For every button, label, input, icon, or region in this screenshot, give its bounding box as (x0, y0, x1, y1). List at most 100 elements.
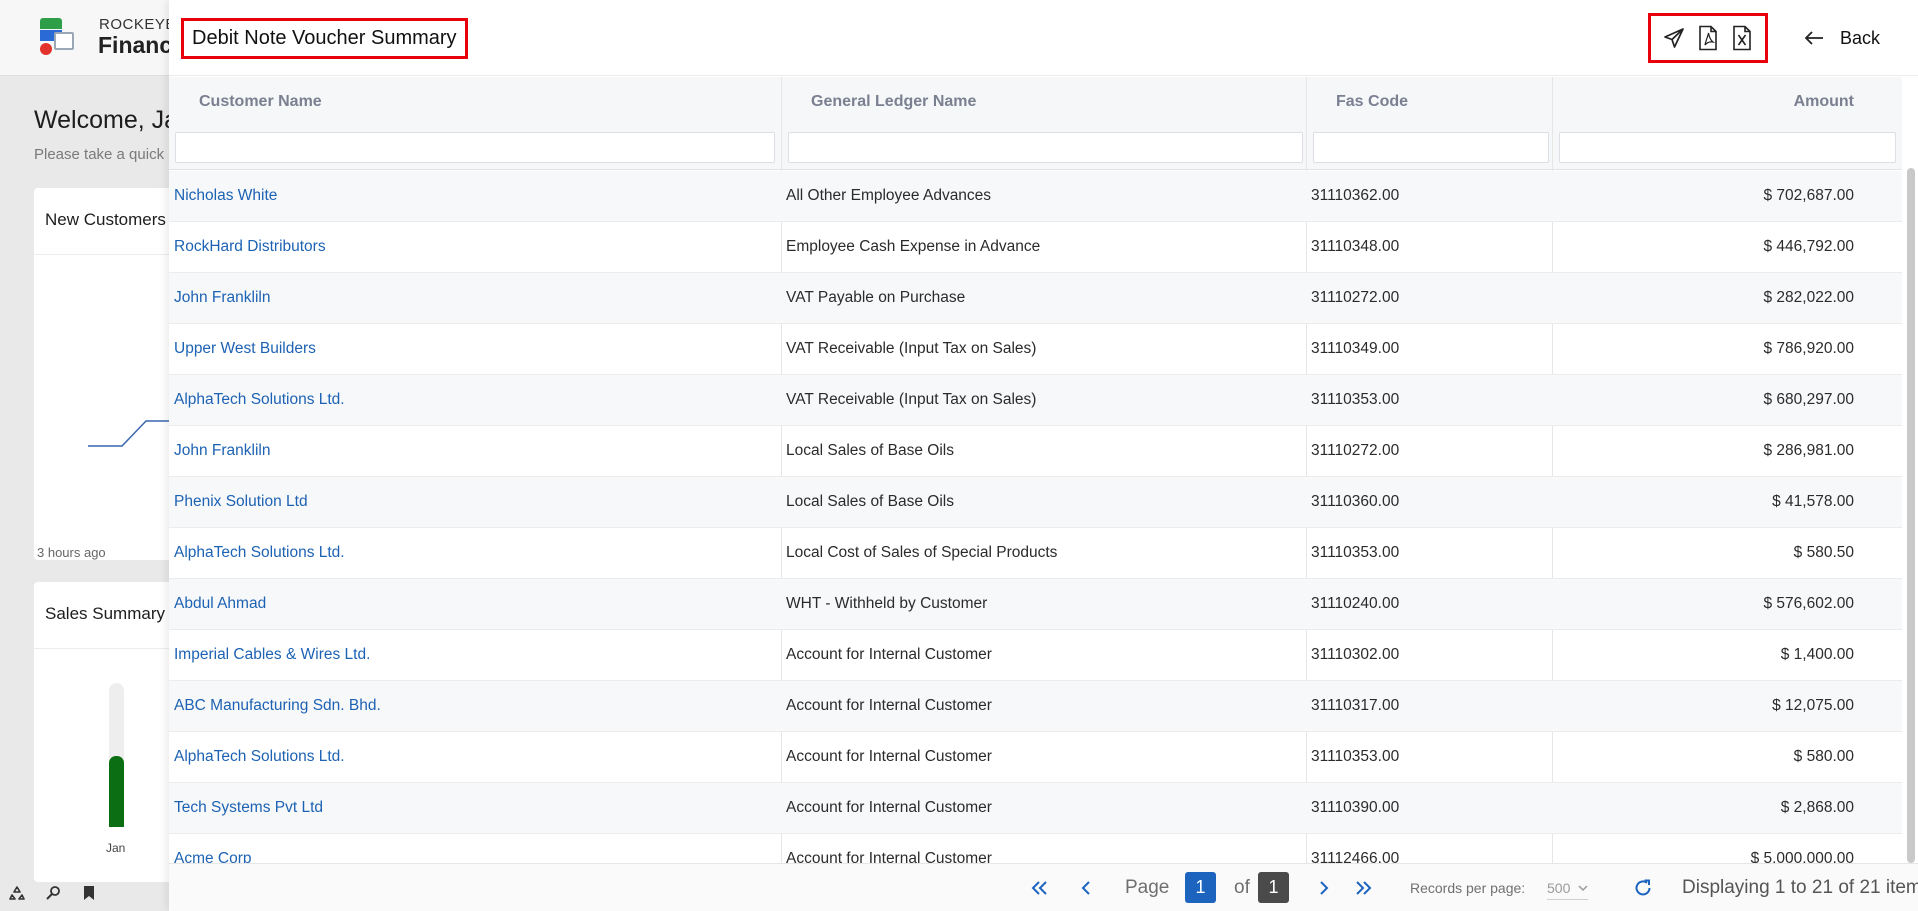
column-header-customer-name[interactable]: Customer Name (199, 93, 322, 111)
table-row[interactable]: AlphaTech Solutions Ltd. Account for Inte… (169, 732, 1902, 783)
panel-header: Debit Note Voucher Summary Back (169, 0, 1918, 76)
of-label: of (1234, 877, 1250, 898)
recycle-icon[interactable] (8, 884, 26, 902)
page-label: Page (1125, 877, 1170, 898)
fas-code-cell: 31110302.00 (1311, 646, 1400, 663)
table-row[interactable]: Imperial Cables & Wires Ltd. Account for … (169, 630, 1902, 681)
displaying-items-text: Displaying 1 to 21 of 21 items. (1682, 877, 1918, 898)
brand-name: ROCKEYE (99, 16, 176, 33)
current-page-input[interactable]: 1 (1185, 872, 1216, 903)
export-excel-button[interactable] (1729, 25, 1755, 51)
ledger-name-cell: VAT Receivable (Input Tax on Sales) (786, 391, 1037, 408)
amount-cell: $ 5,000,000.00 (1750, 850, 1854, 863)
records-per-page-label: Records per page: (1410, 880, 1526, 896)
ledger-name-cell: Employee Cash Expense in Advance (786, 238, 1041, 255)
last-page-button[interactable] (1352, 864, 1374, 911)
customer-name-link[interactable]: John Frankliln (174, 426, 271, 476)
grid-scrollbar[interactable] (1907, 168, 1915, 863)
ledger-name-cell: Account for Internal Customer (786, 646, 992, 663)
table-row[interactable]: Nicholas White All Other Employee Advance… (169, 171, 1902, 222)
chevron-right-icon (1320, 881, 1329, 895)
voucher-grid: Customer Name General Ledger Name Fas Co… (169, 77, 1902, 863)
export-pdf-button[interactable] (1695, 25, 1721, 51)
general-ledger-filter[interactable] (788, 132, 1303, 163)
fas-code-cell: 31110272.00 (1311, 289, 1400, 306)
customer-name-link[interactable]: Phenix Solution Ltd (174, 477, 308, 527)
send-icon (1664, 28, 1684, 48)
fas-code-cell: 31110353.00 (1311, 544, 1400, 561)
grid-header: Customer Name General Ledger Name Fas Co… (169, 77, 1902, 170)
amount-cell: $ 41,578.00 (1772, 493, 1854, 510)
new-customers-card: New Customers (34, 188, 184, 560)
ledger-name-cell: Account for Internal Customer (786, 799, 992, 816)
customer-name-link[interactable]: Tech Systems Pvt Ltd (174, 783, 323, 833)
first-page-button[interactable] (1029, 864, 1051, 911)
customer-name-link[interactable]: ABC Manufacturing Sdn. Bhd. (174, 681, 381, 731)
back-button[interactable]: Back (1804, 22, 1880, 54)
table-row[interactable]: John Frankliln Local Sales of Base Oils 31… (169, 426, 1902, 477)
table-row[interactable]: Upper West Builders VAT Receivable (Input… (169, 324, 1902, 375)
sales-bar (109, 756, 124, 827)
app-logo-icon (38, 16, 78, 56)
ledger-name-cell: WHT - Withheld by Customer (786, 595, 988, 612)
welcome-heading: Welcome, Ja (34, 106, 179, 134)
customer-name-link[interactable]: Abdul Ahmad (174, 579, 266, 629)
fas-code-cell: 31110353.00 (1311, 391, 1400, 408)
previous-page-button[interactable] (1075, 864, 1097, 911)
next-page-button[interactable] (1313, 864, 1335, 911)
footer-toolbar (8, 884, 98, 902)
fas-code-cell: 31110348.00 (1311, 238, 1400, 255)
fas-code-cell: 31110390.00 (1311, 799, 1400, 816)
welcome-subtitle: Please take a quick (34, 146, 165, 163)
ledger-name-cell: VAT Receivable (Input Tax on Sales) (786, 340, 1037, 357)
amount-cell: $ 576,602.00 (1763, 595, 1854, 612)
customer-name-link[interactable]: AlphaTech Solutions Ltd. (174, 528, 345, 578)
customer-name-link[interactable]: Nicholas White (174, 171, 277, 221)
customer-name-filter[interactable] (175, 132, 775, 163)
card-title: Sales Summary (45, 604, 165, 623)
pdf-icon (1699, 25, 1717, 51)
brand-product: Financ (98, 32, 173, 58)
table-row[interactable]: AlphaTech Solutions Ltd. Local Cost of Sa… (169, 528, 1902, 579)
column-header-general-ledger-name[interactable]: General Ledger Name (811, 93, 976, 111)
send-button[interactable] (1661, 25, 1687, 51)
amount-cell: $ 2,868.00 (1780, 799, 1854, 816)
chevron-left-icon (1081, 881, 1090, 895)
amount-cell: $ 702,687.00 (1763, 187, 1854, 204)
table-row[interactable]: AlphaTech Solutions Ltd. VAT Receivable (… (169, 375, 1902, 426)
key-settings-icon[interactable] (44, 884, 62, 902)
customer-name-link[interactable]: John Frankliln (174, 273, 271, 323)
column-header-amount[interactable]: Amount (1794, 93, 1854, 111)
refresh-button[interactable] (1632, 864, 1654, 911)
ledger-name-cell: VAT Payable on Purchase (786, 289, 966, 306)
ledger-name-cell: Local Sales of Base Oils (786, 442, 955, 459)
column-header-fas-code[interactable]: Fas Code (1336, 93, 1408, 111)
table-row[interactable]: Abdul Ahmad WHT - Withheld by Customer 311… (169, 579, 1902, 630)
table-row[interactable]: ABC Manufacturing Sdn. Bhd. Account for I… (169, 681, 1902, 732)
customer-name-link[interactable]: Imperial Cables & Wires Ltd. (174, 630, 370, 680)
customer-name-link[interactable]: AlphaTech Solutions Ltd. (174, 375, 345, 425)
double-chevron-left-icon (1031, 881, 1047, 895)
customer-name-link[interactable]: Acme Corp (174, 834, 252, 863)
table-row[interactable]: John Frankliln VAT Payable on Purchase 311… (169, 273, 1902, 324)
ledger-name-cell: Account for Internal Customer (786, 748, 992, 765)
fas-code-filter[interactable] (1313, 132, 1549, 163)
table-row[interactable]: RockHard Distributors Employee Cash Expen… (169, 222, 1902, 273)
customer-name-link[interactable]: AlphaTech Solutions Ltd. (174, 732, 345, 782)
customer-name-link[interactable]: Upper West Builders (174, 324, 316, 374)
table-row[interactable]: Tech Systems Pvt Ltd Account for Internal… (169, 783, 1902, 834)
bookmark-icon[interactable] (80, 884, 98, 902)
card-timestamp: 3 hours ago (37, 545, 106, 560)
table-row[interactable]: Phenix Solution Ltd Local Sales of Base O… (169, 477, 1902, 528)
amount-filter[interactable] (1559, 132, 1896, 163)
table-row[interactable]: Acme Corp Account for Internal Customer 31… (169, 834, 1902, 863)
ledger-name-cell: Local Cost of Sales of Special Products (786, 544, 1058, 561)
ledger-name-cell: Account for Internal Customer (786, 697, 992, 714)
panel-title: Debit Note Voucher Summary (181, 18, 468, 59)
records-per-page-select[interactable]: 500 (1547, 876, 1589, 900)
amount-cell: $ 1,400.00 (1780, 646, 1854, 663)
records-per-page-value: 500 (1547, 879, 1571, 896)
pagination-bar: Page 1 of 1 Records per page: 500 Displa… (169, 863, 1918, 911)
customer-name-link[interactable]: RockHard Distributors (174, 222, 326, 272)
export-actions (1648, 13, 1768, 63)
